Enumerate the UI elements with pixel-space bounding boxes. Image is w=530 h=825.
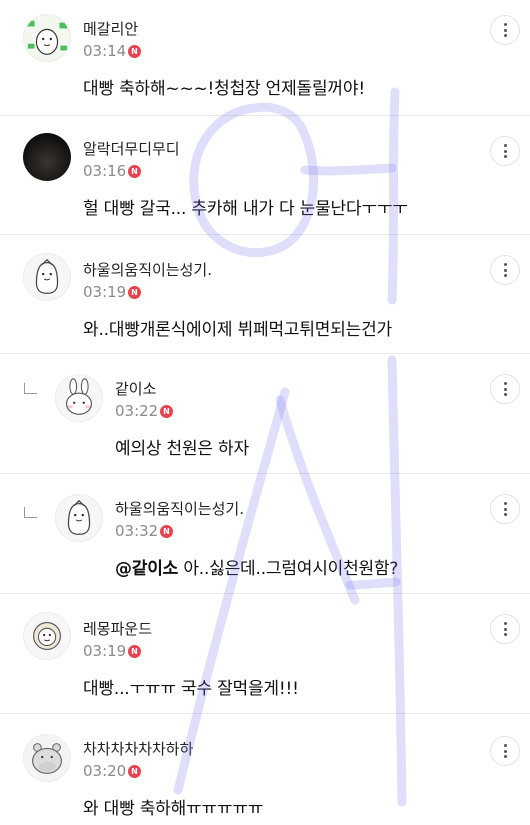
timestamp: 03:20 <box>83 762 127 780</box>
more-options-icon[interactable] <box>490 136 520 166</box>
author-name[interactable]: 메갈리안 <box>83 18 138 39</box>
timestamp: 03:14 <box>83 42 127 60</box>
avatar[interactable] <box>23 253 71 301</box>
avatar-penguin-icon <box>24 254 70 300</box>
avatar[interactable] <box>55 374 103 422</box>
comment-text: 대빵 축하해~~~!청첩장 언제돌릴꺼야! <box>83 79 365 99</box>
more-options-icon[interactable] <box>490 614 520 644</box>
avatar[interactable] <box>23 612 71 660</box>
avatar-bunny-icon <box>56 375 102 421</box>
new-badge: N <box>128 45 141 58</box>
author-name[interactable]: 알락더무디무디 <box>83 138 180 159</box>
more-options-icon[interactable] <box>490 15 520 45</box>
more-options-icon[interactable] <box>490 736 520 766</box>
new-badge: N <box>128 286 141 299</box>
avatar-illustration-icon <box>24 15 70 61</box>
comment-item: 레몽파운드 03:19 N 대빵...ㅜㅠㅠ 국수 잘먹을게!!! <box>0 594 530 713</box>
timestamp: 03:32 <box>115 522 159 540</box>
avatar[interactable] <box>23 734 71 782</box>
more-options-icon[interactable] <box>490 374 520 404</box>
comment-item: 차차차차차차하하 03:20 N 와 대빵 축하해ㅠㅠㅠㅠㅠ <box>0 714 530 825</box>
comment-text: 와..대빵개론식에이제 뷔페먹고튀면되는건가 <box>83 320 392 340</box>
comment-item: 메갈리안 03:14 N 대빵 축하해~~~!청첩장 언제돌릴꺼야! <box>0 0 530 115</box>
avatar-penguin-icon <box>56 495 102 541</box>
new-badge: N <box>160 405 173 418</box>
avatar[interactable] <box>23 133 71 181</box>
author-name[interactable]: 하울의움직이는성기. <box>83 259 212 280</box>
timestamp: 03:19 <box>83 283 127 301</box>
author-name[interactable]: 차차차차차차하하 <box>83 738 193 759</box>
timestamp: 03:16 <box>83 162 127 180</box>
comment-text: 대빵...ㅜㅠㅠ 국수 잘먹을게!!! <box>83 679 299 699</box>
avatar-lion-icon <box>24 613 70 659</box>
more-options-icon[interactable] <box>490 255 520 285</box>
comment-body: 아..싫은데..그럼여시이천원함? <box>178 559 399 579</box>
more-options-icon[interactable] <box>490 494 520 524</box>
author-name[interactable]: 레몽파운드 <box>83 618 152 639</box>
avatar[interactable] <box>55 494 103 542</box>
new-badge: N <box>128 765 141 778</box>
reply-item: 하울의움직이는성기. 03:32 N @같이소 아..싫은데..그럼여시이천원함… <box>0 474 530 593</box>
new-badge: N <box>128 645 141 658</box>
avatar[interactable] <box>23 14 71 62</box>
comment-text: 와 대빵 축하해ㅠㅠㅠㅠㅠ <box>83 799 264 819</box>
author-name[interactable]: 같이소 <box>115 378 156 399</box>
timestamp: 03:22 <box>115 402 159 420</box>
timestamp: 03:19 <box>83 642 127 660</box>
comment-text: 헐 대빵 갈국... 추카해 내가 다 눈물난다ㅜㅜㅜ <box>83 199 408 219</box>
comment-text: @같이소 아..싫은데..그럼여시이천원함? <box>115 554 398 579</box>
reply-arrow-icon <box>24 383 37 394</box>
comment-item: 알락더무디무디 03:16 N 헐 대빵 갈국... 추카해 내가 다 눈물난다… <box>0 116 530 234</box>
comment-text: 예의상 천원은 하자 <box>115 439 249 459</box>
avatar-hippo-icon <box>24 735 70 781</box>
reply-item: 같이소 03:22 N 예의상 천원은 하자 <box>0 354 530 473</box>
reply-arrow-icon <box>24 507 37 518</box>
comment-item: 하울의움직이는성기. 03:19 N 와..대빵개론식에이제 뷔페먹고튀면되는건… <box>0 235 530 353</box>
mention-link[interactable]: @같이소 <box>115 559 178 579</box>
author-name[interactable]: 하울의움직이는성기. <box>115 498 244 519</box>
avatar-photo-icon <box>23 133 71 181</box>
new-badge: N <box>128 165 141 178</box>
new-badge: N <box>160 525 173 538</box>
